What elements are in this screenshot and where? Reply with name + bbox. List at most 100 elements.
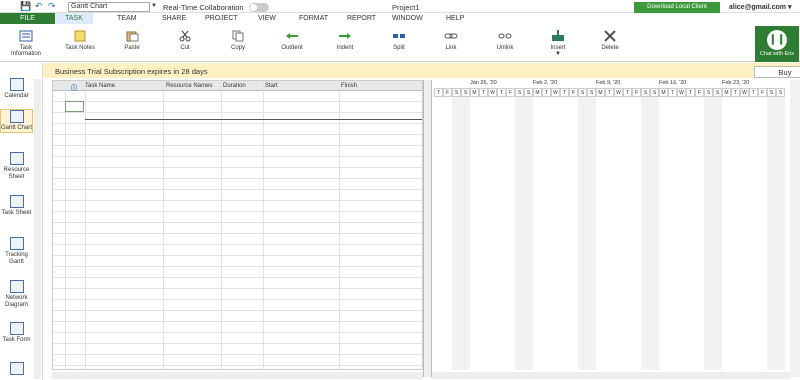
col-start[interactable]: Start: [265, 83, 278, 89]
nav-more[interactable]: [0, 362, 33, 377]
nav-task-sheet[interactable]: Task Sheet: [0, 195, 33, 217]
menu-format[interactable]: FORMAT: [299, 15, 328, 22]
menu-file[interactable]: FILE: [0, 13, 55, 24]
user-email[interactable]: alice@gmail.com ▾: [729, 3, 791, 11]
menu-window[interactable]: WINDOW: [392, 15, 423, 22]
grid-column-line: [163, 81, 164, 369]
week-label: Feb 9, '20: [596, 80, 621, 86]
nav-task-form[interactable]: Task Form: [0, 322, 33, 344]
copy-button[interactable]: Copy: [221, 30, 255, 51]
grid-row-line: [53, 222, 422, 223]
weekend-band: [452, 97, 470, 370]
scissors-icon: [179, 30, 191, 42]
day-cell: T: [479, 88, 488, 97]
cut-button[interactable]: Cut: [168, 30, 202, 51]
split-divider[interactable]: [423, 80, 432, 377]
view-select[interactable]: Gantt Chart: [68, 2, 150, 12]
info-icon: ⓘ: [71, 86, 78, 92]
chart-horizontal-scrollbar[interactable]: [432, 372, 790, 379]
grid-row-line: [53, 277, 422, 278]
week-label: Jan 26, '20: [470, 80, 497, 86]
col-duration[interactable]: Duration: [223, 83, 246, 89]
col-resource-names[interactable]: Resource Names: [166, 83, 212, 89]
chat-with-erix-button[interactable]: ❙❙ Chat with Erix: [755, 26, 799, 62]
menu-task[interactable]: TASK: [55, 13, 93, 24]
insert-icon: [552, 30, 564, 41]
menu-report[interactable]: REPORT: [347, 15, 376, 22]
grid-row-line: [53, 332, 422, 333]
view-select-arrow-icon[interactable]: ▼: [151, 3, 157, 9]
task-notes-button[interactable]: Task Notes: [60, 30, 100, 51]
buy-button[interactable]: Buy: [754, 66, 800, 78]
grid-row-line: [53, 145, 422, 146]
task-grid[interactable]: ⓘ Task Name Resource Names Duration Star…: [52, 80, 423, 370]
weekend-band: [515, 97, 533, 370]
day-cell: T: [560, 88, 569, 97]
grid-row-line: [53, 189, 422, 190]
task-notes-icon: [74, 30, 86, 42]
row-divider: [85, 119, 422, 120]
col-finish[interactable]: Finish: [341, 83, 357, 89]
chart-vertical-scrollbar[interactable]: [790, 80, 800, 377]
indent-button[interactable]: Indent: [328, 30, 362, 51]
day-cell: F: [758, 88, 767, 97]
split-button[interactable]: Split: [382, 30, 416, 51]
col-task-name[interactable]: Task Name: [85, 83, 115, 89]
menu-project[interactable]: PROJECT: [205, 15, 238, 22]
insert-button[interactable]: Insert ▼: [540, 30, 576, 57]
grid-row-line: [53, 112, 422, 113]
unlink-button[interactable]: Unlink: [488, 30, 522, 51]
nav-tracking-gantt[interactable]: Tracking Gantt: [0, 237, 33, 266]
menu-help[interactable]: HELP: [446, 15, 464, 22]
day-cell: S: [641, 88, 650, 97]
menu-view[interactable]: VIEW: [258, 15, 276, 22]
redo-icon[interactable]: ↷: [48, 2, 56, 11]
day-cell: S: [515, 88, 524, 97]
collab-toggle[interactable]: [249, 3, 269, 12]
grid-column-line: [221, 81, 222, 369]
day-cell: T: [749, 88, 758, 97]
indent-icon: [339, 33, 351, 39]
grid-column-line: [339, 81, 340, 369]
download-client-button[interactable]: Download Local Client: [634, 2, 720, 13]
day-cell: S: [704, 88, 713, 97]
nav-resource-sheet[interactable]: Resource Sheet: [0, 152, 33, 181]
nav-gantt-chart[interactable]: Gantt Chart: [0, 109, 33, 133]
project-title: Project1: [392, 3, 420, 12]
grid-row-line: [53, 101, 422, 102]
nav-network-diagram[interactable]: Network Diagram: [0, 280, 33, 309]
grid-row-line: [53, 233, 422, 234]
task-information-icon: [19, 30, 33, 42]
quick-access-bar: 💾 ↶ ↷ Gantt Chart ▼ Real-Time Collaborat…: [0, 0, 800, 13]
grid-horizontal-scrollbar[interactable]: [52, 372, 423, 379]
save-icon[interactable]: 💾: [20, 2, 31, 11]
collab-label: Real-Time Collaboration: [163, 3, 244, 12]
grid-row-line: [53, 365, 422, 366]
left-scrollbar[interactable]: [34, 79, 41, 379]
link-button[interactable]: Link: [434, 30, 468, 51]
outdent-button[interactable]: Outdent: [274, 30, 310, 51]
paste-icon: [126, 31, 139, 42]
delete-button[interactable]: Delete: [593, 30, 627, 51]
active-cell[interactable]: [65, 101, 84, 112]
menu-bar: FILE TASK TEAM SHARE PROJECT VIEW FORMAT…: [0, 13, 800, 24]
task-information-button[interactable]: Task Information: [6, 30, 46, 57]
day-cell: T: [542, 88, 551, 97]
link-icon: [444, 33, 458, 39]
day-cell: F: [569, 88, 578, 97]
gantt-timeline[interactable]: Jan 26, '20 Feb 2, '20 Feb 9, '20 Feb 16, '…: [432, 80, 790, 370]
menu-share[interactable]: SHARE: [162, 15, 186, 22]
menu-team[interactable]: TEAM: [117, 15, 136, 22]
grid-row-line: [53, 288, 422, 289]
paste-button[interactable]: Paste: [115, 30, 149, 51]
nav-calendar[interactable]: Calendar: [0, 78, 33, 100]
undo-icon[interactable]: ↶: [35, 2, 43, 11]
insert-dropdown-icon[interactable]: ▼: [555, 51, 561, 57]
day-cell: W: [551, 88, 560, 97]
week-label: Feb 2, '20: [533, 80, 558, 86]
day-cell: M: [659, 88, 668, 97]
grid-row-line: [53, 156, 422, 157]
day-cell: F: [506, 88, 515, 97]
day-cell: S: [578, 88, 587, 97]
grid-row-line: [53, 244, 422, 245]
